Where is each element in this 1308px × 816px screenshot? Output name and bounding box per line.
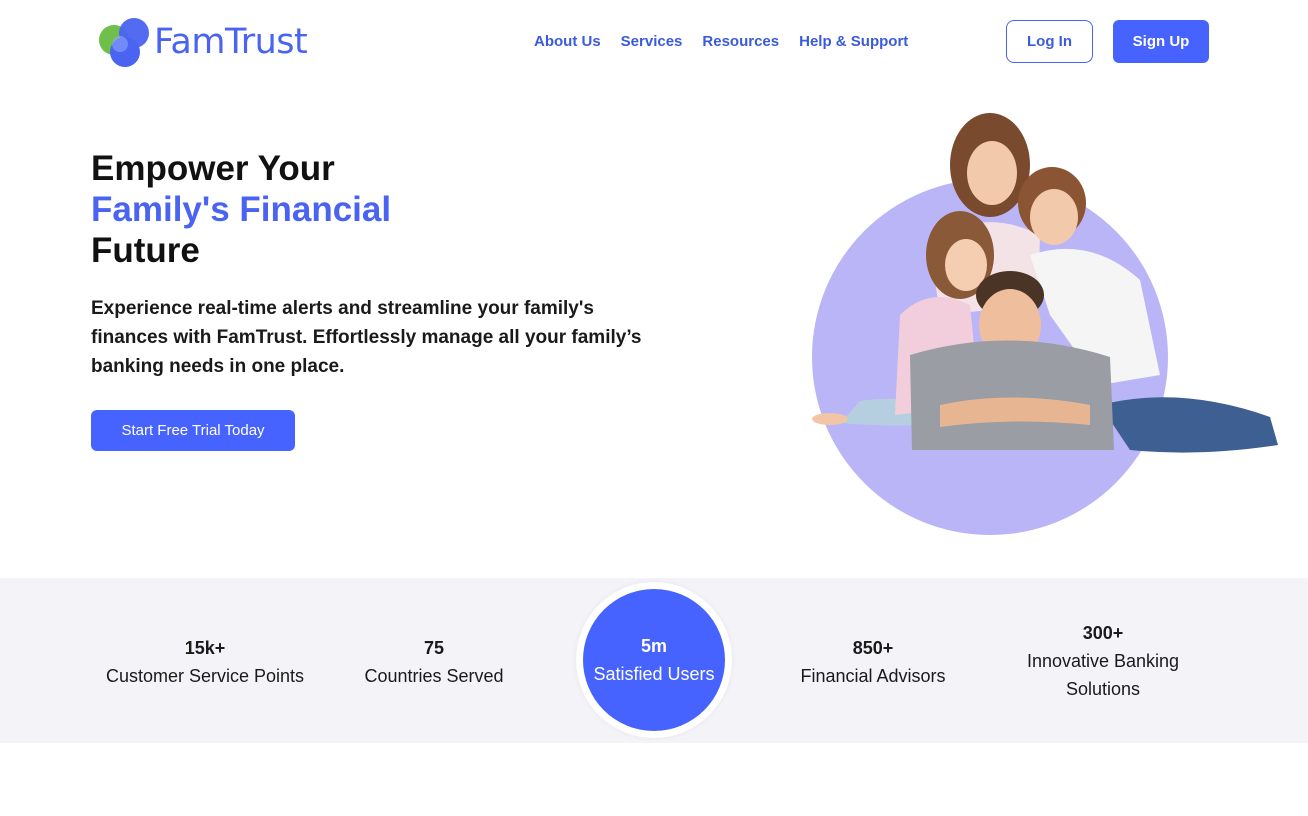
stat-customer-service-points: 15k+ Customer Service Points bbox=[90, 634, 320, 690]
brand-logo[interactable]: FamTrust bbox=[98, 14, 308, 70]
stat-satisfied-users: 5m Satisfied Users bbox=[576, 582, 732, 738]
hero-title-line-1: Empower Your bbox=[91, 149, 335, 188]
nav-resources[interactable]: Resources bbox=[702, 33, 779, 50]
overlapping-circles-logo-icon bbox=[98, 14, 152, 70]
brand-name: FamTrust bbox=[154, 22, 308, 62]
stats-band: 15k+ Customer Service Points 75 Countrie… bbox=[0, 578, 1308, 743]
hero-title: Empower Your Family's Financial Future bbox=[91, 148, 391, 271]
stat-value: 850+ bbox=[852, 638, 894, 658]
stat-value: 300+ bbox=[1082, 623, 1124, 643]
stat-financial-advisors: 850+ Financial Advisors bbox=[783, 634, 963, 690]
stat-label: Customer Service Points bbox=[105, 666, 305, 686]
family-photo bbox=[800, 105, 1290, 545]
site-header: FamTrust About Us Services Resources Hel… bbox=[0, 0, 1308, 86]
hero-title-line-2: Family's Financial bbox=[91, 190, 392, 229]
main-nav: About Us Services Resources Help & Suppo… bbox=[534, 33, 908, 50]
nav-help-support[interactable]: Help & Support bbox=[799, 33, 908, 50]
signup-button[interactable]: Sign Up bbox=[1113, 20, 1209, 63]
hero-title-line-3: Future bbox=[91, 231, 200, 270]
login-button[interactable]: Log In bbox=[1006, 20, 1093, 63]
stat-innovative-banking-solutions: 300+ Innovative Banking Solutions bbox=[1013, 619, 1193, 703]
start-free-trial-button[interactable]: Start Free Trial Today bbox=[91, 410, 295, 451]
stat-label: Financial Advisors bbox=[800, 666, 946, 686]
stat-label: Countries Served bbox=[364, 666, 504, 686]
nav-about-us[interactable]: About Us bbox=[534, 33, 601, 50]
stat-value: 15k+ bbox=[184, 638, 226, 658]
nav-services[interactable]: Services bbox=[621, 33, 683, 50]
hero-subtitle: Experience real-time alerts and streamli… bbox=[91, 298, 642, 377]
stat-countries-served: 75 Countries Served bbox=[344, 634, 524, 690]
stat-highlight-circle: 5m Satisfied Users bbox=[583, 589, 725, 731]
stat-label: Satisfied Users bbox=[593, 664, 715, 684]
stat-label: Innovative Banking Solutions bbox=[1026, 651, 1180, 699]
stat-value: 5m bbox=[640, 636, 667, 656]
stat-value: 75 bbox=[423, 638, 445, 658]
